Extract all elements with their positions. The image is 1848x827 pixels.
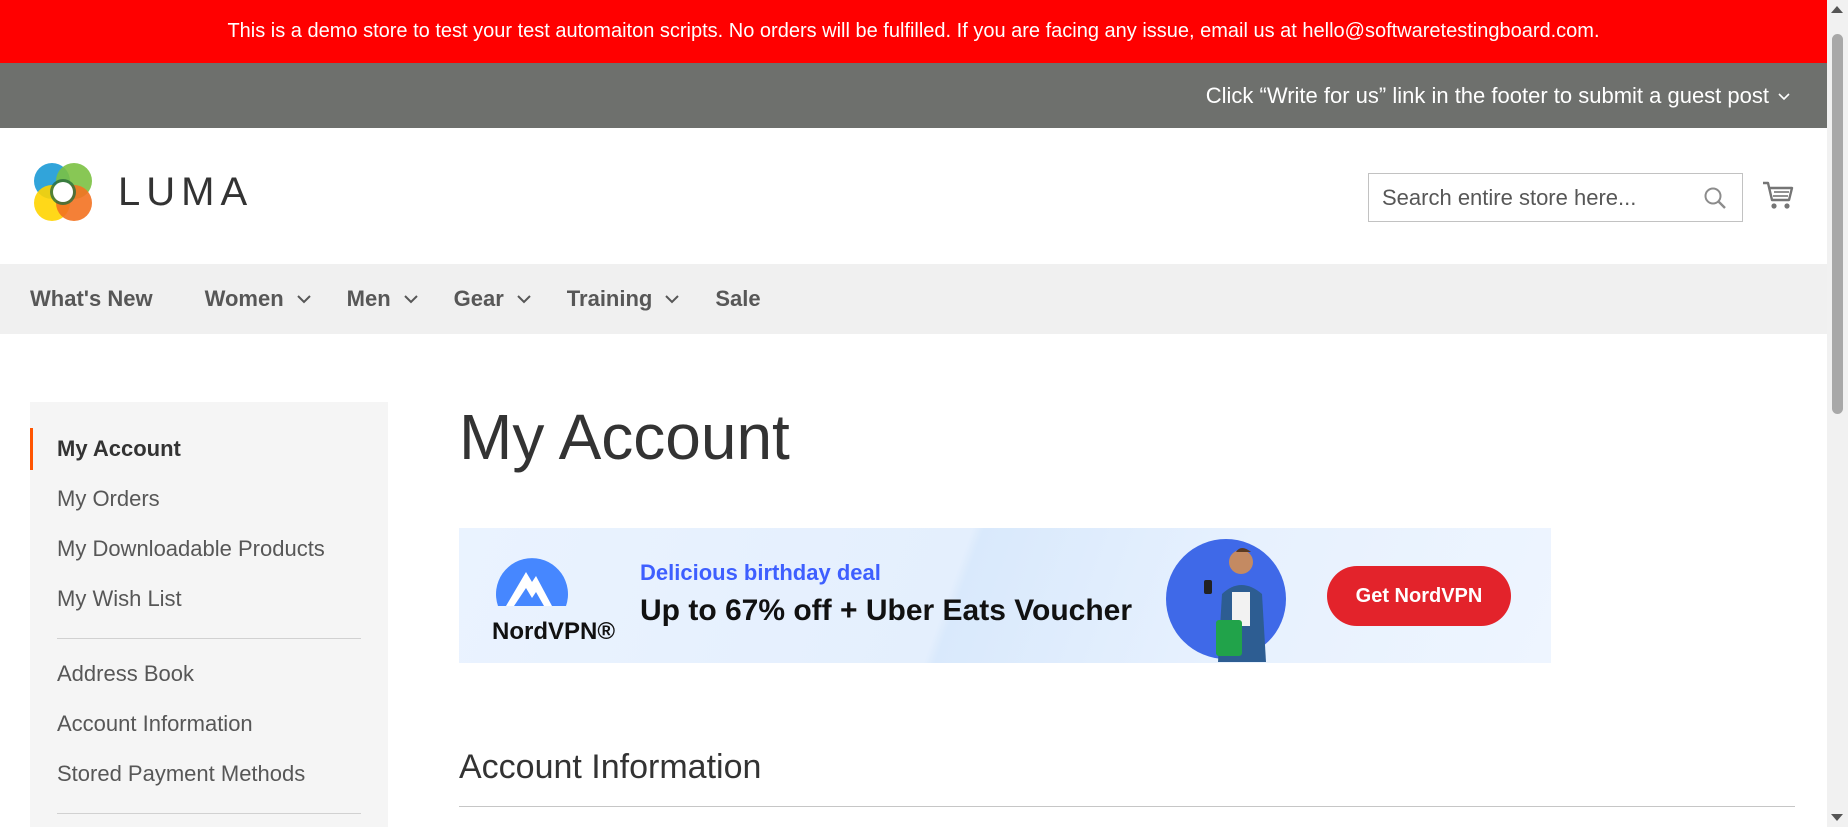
sidebar-item-my-account[interactable]: My Account bbox=[30, 426, 388, 476]
nav-item-label: Training bbox=[566, 286, 653, 311]
account-sidebar: My Account My Orders My Downloadable Pro… bbox=[30, 402, 388, 827]
banner-headline: Up to 67% off + Uber Eats Voucher bbox=[640, 594, 1133, 627]
banner-subheading: Delicious birthday deal bbox=[640, 560, 881, 585]
nordvpn-ad-banner[interactable]: NordVPN® Delicious birthday deal Up to 6… bbox=[459, 528, 1551, 663]
sidebar-divider bbox=[57, 813, 361, 814]
section-divider bbox=[459, 806, 1795, 807]
scroll-down-arrow-icon[interactable] bbox=[1831, 814, 1843, 821]
site-header: LUMA bbox=[0, 128, 1827, 264]
chevron-down-icon bbox=[1778, 92, 1790, 100]
get-nordvpn-button[interactable]: Get NordVPN bbox=[1327, 566, 1511, 626]
search-input[interactable] bbox=[1369, 174, 1742, 221]
nordvpn-logo-icon bbox=[496, 558, 568, 606]
nav-item-whats-new[interactable]: What's New bbox=[30, 286, 153, 312]
chevron-down-icon bbox=[517, 295, 531, 304]
search-box[interactable] bbox=[1368, 173, 1743, 222]
sidebar-item-address-book[interactable]: Address Book bbox=[30, 651, 388, 701]
nav-item-gear[interactable]: Gear bbox=[454, 286, 532, 312]
nav-item-sale[interactable]: Sale bbox=[715, 286, 760, 312]
search-icon[interactable] bbox=[1702, 185, 1728, 211]
chevron-down-icon bbox=[665, 295, 680, 304]
promo-person-image bbox=[1166, 539, 1286, 662]
section-title-account-information: Account Information bbox=[459, 748, 762, 786]
nav-item-label: Sale bbox=[715, 286, 761, 311]
nordvpn-brand-text: NordVPN® bbox=[492, 618, 616, 645]
nav-item-men[interactable]: Men bbox=[347, 286, 419, 312]
sidebar-divider bbox=[57, 638, 361, 639]
scroll-up-arrow-icon[interactable] bbox=[1831, 6, 1843, 13]
sidebar-item-wish-list[interactable]: My Wish List bbox=[30, 576, 388, 626]
nav-item-training[interactable]: Training bbox=[567, 286, 681, 312]
nav-item-label: Men bbox=[346, 286, 391, 311]
guest-post-text: Click “Write for us” link in the footer … bbox=[1205, 82, 1769, 108]
sidebar-item-my-orders[interactable]: My Orders bbox=[30, 476, 388, 526]
nav-item-label: Gear bbox=[453, 286, 504, 311]
guest-post-bar[interactable]: Click “Write for us” link in the footer … bbox=[0, 63, 1827, 128]
page-scrollbar[interactable] bbox=[1827, 0, 1848, 827]
page-title: My Account bbox=[459, 401, 790, 473]
luma-logo-text: LUMA bbox=[118, 169, 254, 214]
sidebar-item-account-information[interactable]: Account Information bbox=[30, 701, 388, 751]
luma-logo-icon bbox=[34, 163, 92, 221]
chevron-down-icon bbox=[403, 295, 418, 304]
nav-item-women[interactable]: Women bbox=[205, 286, 312, 312]
main-nav: What's New Women Men Gear Training Sale bbox=[0, 264, 1827, 334]
demo-notice-bar: This is a demo store to test your test a… bbox=[0, 0, 1827, 63]
cart-icon[interactable] bbox=[1761, 178, 1795, 212]
scrollbar-thumb[interactable] bbox=[1832, 34, 1843, 414]
demo-notice-text: This is a demo store to test your test a… bbox=[227, 20, 1600, 42]
sidebar-item-downloadable-products[interactable]: My Downloadable Products bbox=[30, 526, 388, 576]
luma-logo[interactable]: LUMA bbox=[30, 159, 253, 225]
nav-item-label: Women bbox=[204, 286, 284, 311]
nav-item-label: What's New bbox=[30, 286, 153, 311]
sidebar-item-stored-payment-methods[interactable]: Stored Payment Methods bbox=[30, 751, 388, 801]
chevron-down-icon bbox=[296, 295, 311, 304]
